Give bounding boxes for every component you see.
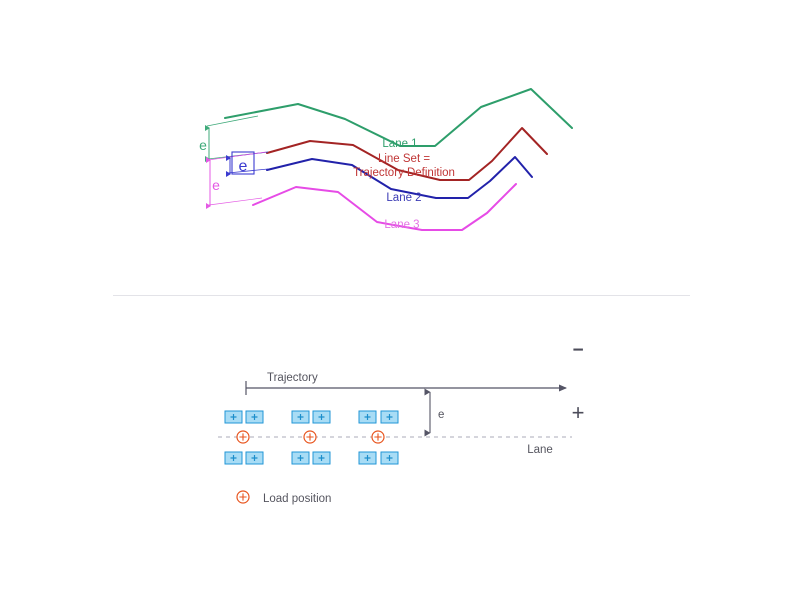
sensor-box[interactable] [245,410,264,424]
sensor-box[interactable] [380,410,399,424]
witness-line-magenta-top [207,151,267,161]
sensor-box[interactable] [312,410,331,424]
e-label-blue: e [239,158,248,175]
bottom-panel-load-schematic: − + Trajectory Lane e Load position [218,340,584,505]
sensor-box[interactable] [224,451,243,465]
load-position-marker[interactable] [371,430,385,444]
line-set-label-line1: Line Set = [378,153,430,165]
lane3-label: Lane 3 [384,219,419,231]
sensor-box[interactable] [224,410,243,424]
load-position-marker[interactable] [303,430,317,444]
sensor-box[interactable] [291,410,310,424]
e-label-bottom: e [438,409,444,421]
e-label-magenta: e [212,177,220,193]
sensor-box-row-lower [224,451,399,465]
top-panel-lane-lines: e e e Lane 1 Line Set = Trajectory Defin… [199,88,573,231]
plus-sign-label: + [572,400,585,425]
lane1-label: Lane 1 [382,138,417,150]
lane2-label: Lane 2 [386,192,421,204]
load-position-marker[interactable] [236,430,250,444]
e-label-green: e [199,137,207,153]
line-set-label-line2: Trajectory Definition [353,167,455,179]
technical-diagram: e e e Lane 1 Line Set = Trajectory Defin… [113,88,690,505]
sensor-box-row-upper [224,410,399,424]
sensor-box[interactable] [358,410,377,424]
trajectory-label: Trajectory [267,372,318,384]
figure-canvas: e e e Lane 1 Line Set = Trajectory Defin… [0,0,800,600]
sensor-box[interactable] [358,451,377,465]
legend-load-position: Load position [236,490,331,505]
sensor-box[interactable] [380,451,399,465]
lane-label: Lane [527,444,553,456]
legend-load-position-label: Load position [263,493,331,505]
legend-load-position-icon [236,490,250,504]
sensor-box[interactable] [291,451,310,465]
minus-sign-label: − [572,340,583,361]
sensor-box[interactable] [312,451,331,465]
witness-line-blue-bottom [227,168,269,174]
sensor-box[interactable] [245,451,264,465]
